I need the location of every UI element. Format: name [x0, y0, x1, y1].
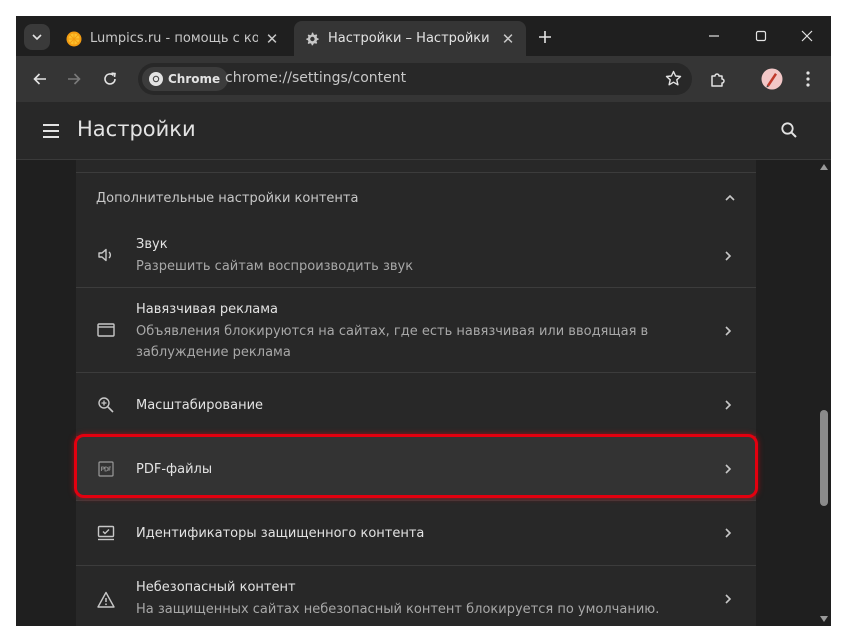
avatar-icon [761, 68, 783, 90]
settings-card: Дополнительные настройки контента Звук Р… [76, 160, 756, 626]
row-title: Идентификаторы защищенного контента [136, 526, 425, 541]
row-insecure-content[interactable]: Небезопасный контент На защищенных сайта… [76, 566, 756, 626]
settings-content: Дополнительные настройки контента Звук Р… [16, 160, 831, 626]
plus-icon [539, 31, 551, 43]
tab-strip: Lumpics.ru - помощь с компьютер ✕ Настро… [16, 16, 831, 56]
hamburger-menu-icon[interactable] [40, 120, 62, 142]
row-subtitle: На защищенных сайтах небезопасный контен… [136, 602, 660, 617]
reload-button[interactable] [98, 67, 122, 91]
chevron-down-icon [32, 34, 42, 41]
tab-settings[interactable]: Настройки – Настройки сайтов ✕ [294, 21, 526, 56]
browser-toolbar: Chrome chrome://settings/content [16, 56, 831, 102]
row-subtitle: Разрешить сайтам воспроизводить звук [136, 259, 414, 274]
arrow-left-icon [33, 73, 46, 85]
row-sound[interactable]: Звук Разрешить сайтам воспроизводить зву… [76, 223, 756, 288]
url-text[interactable]: chrome://settings/content [225, 70, 406, 86]
menu-button[interactable] [796, 67, 820, 91]
site-info-chip[interactable]: Chrome [142, 67, 229, 91]
tab-search-button[interactable] [24, 24, 50, 50]
browser-window: Lumpics.ru - помощь с компьютер ✕ Настро… [16, 16, 831, 626]
new-tab-button[interactable] [534, 26, 556, 48]
arrow-right-icon [68, 73, 81, 85]
row-subtitle: Объявления блокируются на сайтах, где ес… [136, 324, 649, 360]
row-title: Масштабирование [136, 398, 264, 413]
row-protected-content-ids[interactable]: Идентификаторы защищенного контента [76, 501, 756, 566]
chrome-logo-icon [149, 72, 163, 86]
maximize-button[interactable] [746, 24, 776, 48]
scroll-thumb[interactable] [820, 410, 828, 506]
puzzle-icon [711, 73, 725, 87]
chevron-right-icon [725, 464, 732, 474]
close-icon[interactable]: ✕ [500, 31, 516, 47]
close-icon[interactable]: ✕ [264, 31, 280, 47]
section-header-additional-content[interactable]: Дополнительные настройки контента [76, 173, 756, 223]
gear-icon [306, 32, 319, 45]
speaker-icon [98, 248, 111, 262]
chevron-right-icon [725, 528, 732, 538]
extensions-button[interactable] [706, 67, 730, 91]
ad-window-icon [97, 323, 115, 337]
minimize-button[interactable] [699, 24, 729, 48]
pdf-icon [98, 461, 114, 477]
reload-icon [104, 72, 116, 85]
chevron-up-icon [725, 194, 735, 201]
settings-header: Настройки [16, 102, 831, 160]
chevron-right-icon [725, 594, 732, 604]
address-bar[interactable]: Chrome chrome://settings/content [138, 63, 692, 95]
close-window-button[interactable] [792, 24, 822, 48]
row-intrusive-ads[interactable]: Навязчивая реклама Объявления блокируютс… [76, 288, 756, 373]
kebab-menu-icon [806, 71, 810, 87]
chevron-right-icon [725, 251, 732, 261]
tab-title: Настройки – Настройки сайтов [328, 31, 494, 46]
row-zoom[interactable]: Масштабирование [76, 373, 756, 437]
orange-slice-icon [66, 31, 82, 46]
section-title: Дополнительные настройки контента [96, 191, 359, 206]
chevron-right-icon [725, 326, 732, 336]
row-title: Навязчивая реклама [136, 302, 278, 317]
chevron-right-icon [725, 400, 732, 410]
scroll-down-arrow-icon[interactable] [820, 616, 828, 622]
zoom-in-icon [98, 397, 114, 413]
scroll-up-arrow-icon[interactable] [820, 164, 828, 170]
protected-content-icon [97, 525, 115, 541]
row-title: Небезопасный контент [136, 580, 296, 595]
profile-avatar[interactable] [760, 67, 784, 91]
row-title: Звук [136, 237, 168, 252]
back-button[interactable] [28, 67, 52, 91]
tab-title: Lumpics.ru - помощь с компьютер [90, 31, 258, 46]
row-title: PDF-файлы [136, 462, 213, 477]
page-title: Настройки [77, 117, 196, 141]
minimize-icon [709, 35, 719, 37]
chip-label: Chrome [168, 72, 221, 86]
warning-icon [97, 591, 115, 608]
forward-button[interactable] [62, 67, 86, 91]
bookmark-star-icon[interactable] [665, 70, 682, 91]
scrollbar[interactable] [817, 160, 831, 626]
close-icon [801, 30, 813, 42]
row-pdf-files[interactable]: PDF-файлы [76, 437, 756, 501]
search-icon[interactable] [780, 121, 798, 139]
tab-lumpics[interactable]: Lumpics.ru - помощь с компьютер ✕ [56, 21, 290, 56]
maximize-icon [755, 30, 767, 42]
